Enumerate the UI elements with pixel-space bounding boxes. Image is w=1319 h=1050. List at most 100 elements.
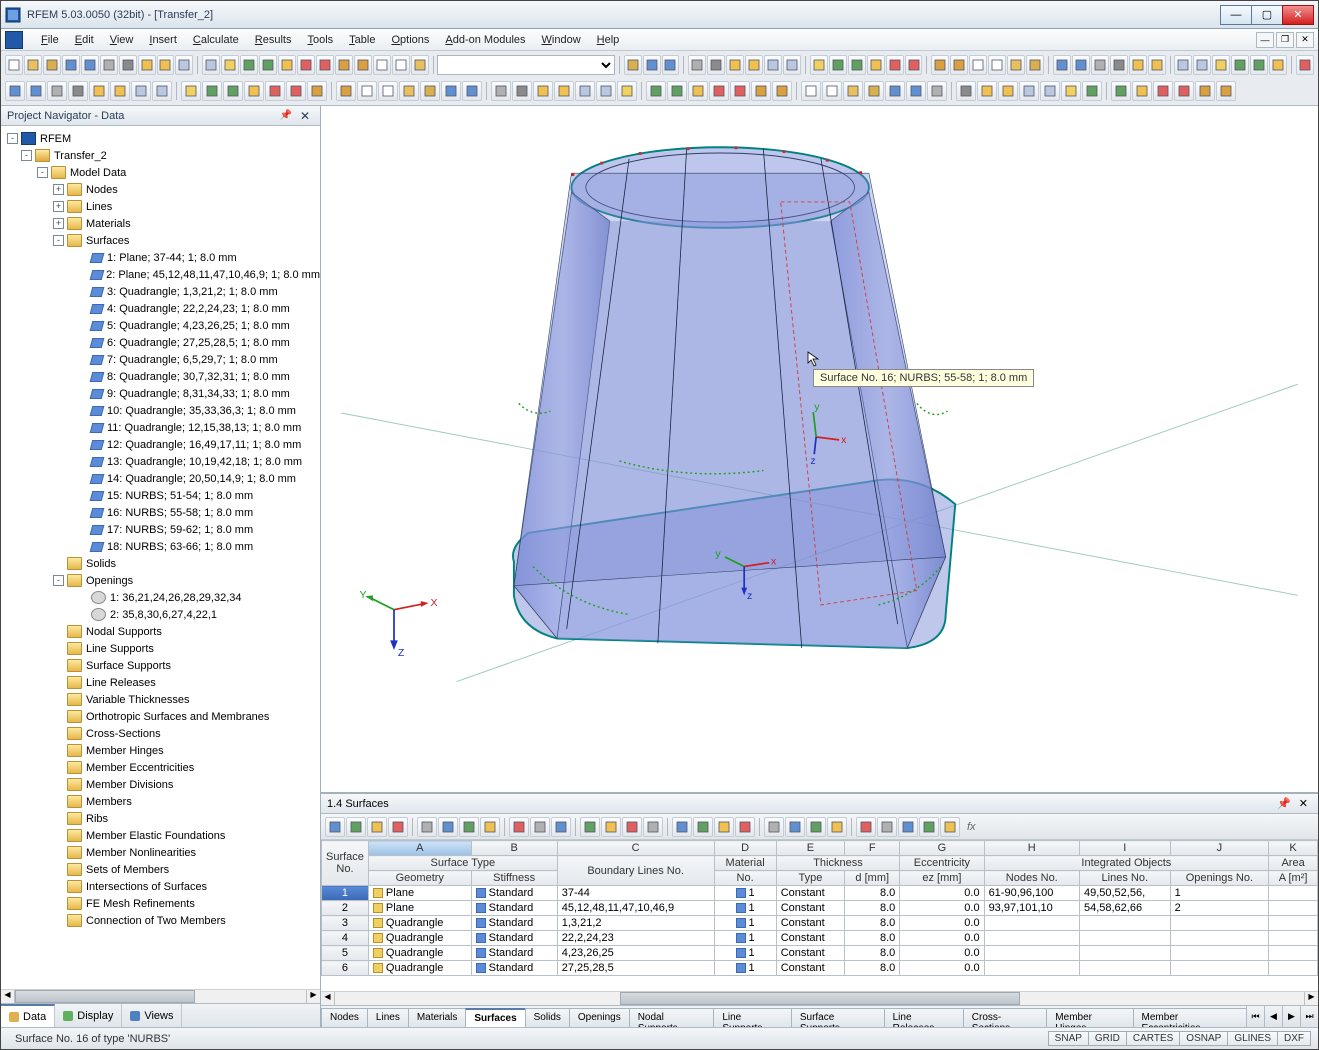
toolbar-btn-45[interactable] bbox=[1091, 55, 1109, 75]
toolbar-btn-39[interactable] bbox=[969, 55, 987, 75]
toolbar2-btn-26[interactable] bbox=[575, 81, 595, 101]
status-glines[interactable]: GLINES bbox=[1227, 1031, 1278, 1046]
menu-table[interactable]: Table bbox=[341, 32, 383, 48]
toolbar2-btn-28[interactable] bbox=[617, 81, 637, 101]
tree-surface-3[interactable]: 3: Quadrangle; 1,3,21,2; 1; 8.0 mm bbox=[1, 283, 320, 300]
toolbar-btn-5[interactable] bbox=[100, 55, 118, 75]
table-tb-19[interactable] bbox=[764, 817, 784, 837]
toolbar2-btn-52[interactable] bbox=[1153, 81, 1173, 101]
tree-cross-sections[interactable]: Cross-Sections bbox=[1, 725, 320, 742]
table-row[interactable]: 4QuadrangleStandard22,2,24,231Constant8.… bbox=[322, 931, 1318, 946]
navigator-hscroll[interactable]: ◀ ▶ bbox=[1, 989, 320, 1003]
tree-member-hinges[interactable]: Member Hinges bbox=[1, 742, 320, 759]
toolbar2-btn-37[interactable] bbox=[822, 81, 842, 101]
table-tab-arrow-1[interactable]: ◀ bbox=[1264, 1006, 1282, 1027]
table-tb-7[interactable] bbox=[480, 817, 500, 837]
toolbar2-btn-36[interactable] bbox=[801, 81, 821, 101]
navigator-close-button[interactable]: ✕ bbox=[296, 109, 314, 123]
tree-surface-15[interactable]: 15: NURBS; 51-54; 1; 8.0 mm bbox=[1, 487, 320, 504]
table-tab-openings[interactable]: Openings bbox=[569, 1008, 630, 1027]
tree-surface-8[interactable]: 8: Quadrangle; 30,7,32,31; 1; 8.0 mm bbox=[1, 368, 320, 385]
toolbar2-btn-23[interactable] bbox=[512, 81, 532, 101]
tree-surface-17[interactable]: 17: NURBS; 59-62; 1; 8.0 mm bbox=[1, 521, 320, 538]
toolbar2-btn-16[interactable] bbox=[357, 81, 377, 101]
tree-sets-of-members[interactable]: Sets of Members bbox=[1, 861, 320, 878]
tree-surface-12[interactable]: 12: Quadrangle; 16,49,17,11; 1; 8.0 mm bbox=[1, 436, 320, 453]
tree-surfaces[interactable]: -Surfaces bbox=[1, 232, 320, 249]
toolbar2-btn-53[interactable] bbox=[1174, 81, 1194, 101]
toolbar2-btn-39[interactable] bbox=[864, 81, 884, 101]
tree-surface-1[interactable]: 1: Plane; 37-44; 1; 8.0 mm bbox=[1, 249, 320, 266]
toolbar-btn-46[interactable] bbox=[1110, 55, 1128, 75]
toolbar2-btn-40[interactable] bbox=[885, 81, 905, 101]
toolbar2-btn-54[interactable] bbox=[1195, 81, 1215, 101]
navigator-tab-display[interactable]: Display bbox=[55, 1004, 122, 1027]
toolbar-btn-6[interactable] bbox=[119, 55, 137, 75]
tree-surface-11[interactable]: 11: Quadrangle; 12,15,38,13; 1; 8.0 mm bbox=[1, 419, 320, 436]
menu-tools[interactable]: Tools bbox=[299, 32, 341, 48]
toolbar2-btn-15[interactable] bbox=[336, 81, 356, 101]
toolbar2-btn-17[interactable] bbox=[378, 81, 398, 101]
table-tb-14[interactable] bbox=[643, 817, 663, 837]
minimize-button[interactable]: — bbox=[1220, 5, 1252, 25]
toolbar-btn-51[interactable] bbox=[1212, 55, 1230, 75]
toolbar2-btn-43[interactable] bbox=[956, 81, 976, 101]
toolbar-btn-38[interactable] bbox=[950, 55, 968, 75]
table-tb-1[interactable] bbox=[346, 817, 366, 837]
toolbar2-btn-13[interactable] bbox=[286, 81, 306, 101]
tree-orthotropic-surfaces-and-membranes[interactable]: Orthotropic Surfaces and Membranes bbox=[1, 708, 320, 725]
table-tab-nodes[interactable]: Nodes bbox=[321, 1008, 368, 1027]
table-tb-2[interactable] bbox=[367, 817, 387, 837]
tree-opening-2[interactable]: 2: 35,8,30,6,27,4,22,1 bbox=[1, 606, 320, 623]
toolbar2-btn-33[interactable] bbox=[730, 81, 750, 101]
toolbar-btn-31[interactable] bbox=[810, 55, 828, 75]
toolbar-btn-52[interactable] bbox=[1231, 55, 1249, 75]
toolbar-btn-22[interactable] bbox=[624, 55, 642, 75]
tree-surface-9[interactable]: 9: Quadrangle; 8,31,34,33; 1; 8.0 mm bbox=[1, 385, 320, 402]
toolbar2-btn-47[interactable] bbox=[1040, 81, 1060, 101]
toolbar2-btn-29[interactable] bbox=[646, 81, 666, 101]
table-tb-12[interactable] bbox=[601, 817, 621, 837]
toolbar-btn-53[interactable] bbox=[1250, 55, 1268, 75]
menu-insert[interactable]: Insert bbox=[141, 32, 185, 48]
menu-options[interactable]: Options bbox=[383, 32, 437, 48]
table-tb-15[interactable] bbox=[672, 817, 692, 837]
toolbar-btn-55[interactable] bbox=[1296, 55, 1314, 75]
menu-file[interactable]: File bbox=[33, 32, 67, 48]
tree-openings[interactable]: -Openings bbox=[1, 572, 320, 589]
tree-member-nonlinearities[interactable]: Member Nonlinearities bbox=[1, 844, 320, 861]
toolbar-btn-44[interactable] bbox=[1072, 55, 1090, 75]
toolbar2-btn-21[interactable] bbox=[462, 81, 482, 101]
tree-surface-supports[interactable]: Surface Supports bbox=[1, 657, 320, 674]
table-row[interactable]: 1PlaneStandard37-441Constant8.00.061-90,… bbox=[322, 886, 1318, 901]
navigator-tab-views[interactable]: Views bbox=[122, 1004, 182, 1027]
tree-surface-2[interactable]: 2: Plane; 45,12,48,11,47,10,46,9; 1; 8.0… bbox=[1, 266, 320, 283]
table-tb-22[interactable] bbox=[827, 817, 847, 837]
tree-surface-7[interactable]: 7: Quadrangle; 6,5,29,7; 1; 8.0 mm bbox=[1, 351, 320, 368]
table-tab-materials[interactable]: Materials bbox=[408, 1008, 467, 1027]
toolbar2-btn-12[interactable] bbox=[265, 81, 285, 101]
table-tb-23[interactable] bbox=[856, 817, 876, 837]
tree-materials[interactable]: +Materials bbox=[1, 215, 320, 232]
toolbar-btn-20[interactable] bbox=[392, 55, 410, 75]
close-button[interactable]: ✕ bbox=[1282, 5, 1314, 25]
table-tb-3[interactable] bbox=[388, 817, 408, 837]
toolbar-btn-8[interactable] bbox=[157, 55, 175, 75]
toolbar2-btn-2[interactable] bbox=[47, 81, 67, 101]
table-close-button[interactable]: ✕ bbox=[1295, 797, 1312, 810]
toolbar-btn-28[interactable] bbox=[745, 55, 763, 75]
table-row[interactable]: 3QuadrangleStandard1,3,21,21Constant8.00… bbox=[322, 916, 1318, 931]
tree-root[interactable]: -RFEM bbox=[1, 130, 320, 147]
toolbar2-btn-24[interactable] bbox=[533, 81, 553, 101]
toolbar-btn-49[interactable] bbox=[1174, 55, 1192, 75]
tree-lines[interactable]: +Lines bbox=[1, 198, 320, 215]
toolbar2-btn-7[interactable] bbox=[152, 81, 172, 101]
toolbar-btn-34[interactable] bbox=[867, 55, 885, 75]
tree-surface-10[interactable]: 10: Quadrangle; 35,33,36,3; 1; 8.0 mm bbox=[1, 402, 320, 419]
maximize-button[interactable]: ▢ bbox=[1251, 5, 1283, 25]
toolbar-btn-19[interactable] bbox=[373, 55, 391, 75]
mdi-minimize-button[interactable]: — bbox=[1256, 32, 1274, 48]
toolbar-btn-37[interactable] bbox=[931, 55, 949, 75]
tree-line-supports[interactable]: Line Supports bbox=[1, 640, 320, 657]
table-row[interactable]: 6QuadrangleStandard27,25,28,51Constant8.… bbox=[322, 961, 1318, 976]
